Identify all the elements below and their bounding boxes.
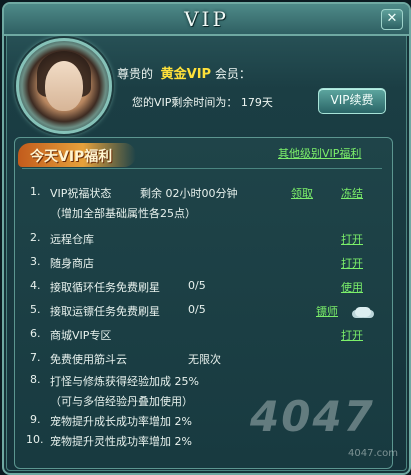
escort-link[interactable]: 镖师 — [316, 303, 338, 319]
benefit-label: 宠物提升成长成功率增加 2% — [50, 415, 192, 428]
window-title: VIP — [184, 7, 229, 31]
vip-renew-button[interactable]: VIP续费 — [318, 88, 386, 114]
benefit-number: 5. — [30, 303, 41, 316]
divider — [22, 168, 382, 169]
benefit-number: 6. — [30, 327, 41, 340]
other-level-benefits-link[interactable]: 其他级别VIP福利 — [278, 145, 361, 161]
remaining-value: 179天 — [240, 96, 273, 109]
benefit-number: 3. — [30, 255, 41, 268]
open-link[interactable]: 打开 — [341, 231, 363, 247]
benefit-row-4: 4. 接取循环任务免费刷星 0/5 使用 — [0, 279, 411, 297]
benefit-label: 免费使用筋斗云 — [50, 353, 127, 366]
benefit-label: 接取循环任务免费刷星 — [50, 281, 160, 294]
benefit-label: 打怪与修炼获得经验加成 25% — [50, 375, 199, 388]
benefit-row-3: 3. 随身商店 打开 — [0, 255, 411, 273]
benefit-row-1: 1. VIP祝福状态 剩余 02小时00分钟 领取 冻结 — [0, 185, 411, 203]
benefit-row-7: 7. 免费使用筋斗云 无限次 — [0, 351, 411, 369]
avatar-face — [45, 61, 83, 111]
greeting-prefix: 尊贵的 — [117, 67, 154, 81]
use-link[interactable]: 使用 — [341, 279, 363, 295]
freeze-link[interactable]: 冻结 — [341, 185, 363, 201]
remaining-label: 您的VIP剩余时间为： — [132, 96, 238, 109]
vip-greeting: 尊贵的 黄金VIP 会员： — [117, 63, 251, 82]
benefit-label: 随身商店 — [50, 257, 94, 270]
benefit-row-6: 6. 商城VIP专区 打开 — [0, 327, 411, 345]
benefit-number: 7. — [30, 351, 41, 364]
benefit-label: VIP祝福状态 — [50, 187, 112, 200]
open-link[interactable]: 打开 — [341, 327, 363, 343]
benefit-number: 4. — [30, 279, 41, 292]
benefit-value: 剩余 02小时00分钟 — [140, 187, 238, 200]
benefit-number: 1. — [30, 185, 41, 198]
panel-title: 今天VIP福利 — [30, 149, 113, 165]
benefit-subtext-1: （增加全部基础属性各25点） — [0, 205, 411, 223]
benefit-label: 商城VIP专区 — [50, 329, 112, 342]
remaining-time: 您的VIP剩余时间为： 179天 — [132, 94, 273, 110]
close-button[interactable]: ✕ — [381, 9, 403, 30]
benefit-number: 10. — [26, 433, 44, 446]
claim-link[interactable]: 领取 — [291, 185, 313, 201]
benefit-value: 0/5 — [188, 303, 206, 316]
vip-level: 黄金VIP — [160, 67, 212, 82]
benefit-number: 8. — [30, 373, 41, 386]
benefit-value: 0/5 — [188, 279, 206, 292]
benefit-row-8: 8. 打怪与修炼获得经验加成 25% — [0, 373, 411, 391]
cloud-icon[interactable] — [355, 307, 371, 317]
open-link[interactable]: 打开 — [341, 255, 363, 271]
benefit-label: 接取运镖任务免费刷星 — [50, 305, 160, 318]
benefit-note: （增加全部基础属性各25点） — [50, 207, 196, 220]
benefit-label: 宠物提升灵性成功率增加 2% — [50, 435, 192, 448]
benefit-note: （可与多倍经验丹叠加使用） — [50, 395, 193, 408]
avatar — [16, 38, 112, 134]
benefit-row-2: 2. 远程仓库 打开 — [0, 231, 411, 249]
benefit-label: 远程仓库 — [50, 233, 94, 246]
benefit-value: 无限次 — [188, 353, 221, 366]
greeting-suffix: 会员： — [214, 67, 251, 81]
benefit-row-5: 5. 接取运镖任务免费刷星 0/5 镖师 — [0, 303, 411, 321]
benefit-number: 2. — [30, 231, 41, 244]
watermark-logo: 4047 — [250, 392, 375, 441]
watermark-url: 4047.com — [348, 448, 398, 459]
title-bar: VIP ✕ — [4, 4, 409, 36]
benefit-number: 9. — [30, 413, 41, 426]
